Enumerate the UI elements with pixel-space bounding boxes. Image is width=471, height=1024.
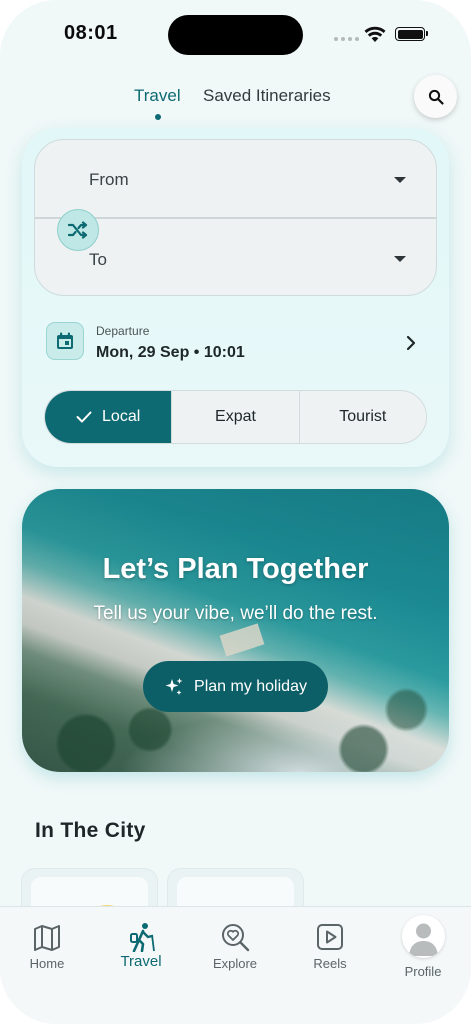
explore-heart-search-icon — [222, 924, 250, 952]
avatar-icon — [409, 923, 438, 956]
map-icon — [34, 925, 60, 951]
swap-route-button[interactable] — [57, 209, 99, 251]
traveler-type-selector: Local Expat Tourist — [44, 390, 427, 444]
traveler-type-tourist[interactable]: Tourist — [298, 391, 426, 443]
app-screen: 08:01 Travel Saved Itineraries From To D… — [0, 0, 471, 1024]
traveler-type-expat[interactable]: Expat — [171, 391, 298, 443]
check-icon — [76, 411, 92, 423]
traveler-type-tourist-label: Tourist — [339, 408, 387, 425]
cellular-signal-icon — [334, 37, 359, 41]
traveler-type-local-label: Local — [102, 408, 141, 425]
status-time: 08:01 — [64, 22, 118, 44]
sparkle-icon — [165, 677, 183, 695]
bottom-navigation: Home Travel Explore Reels Profile — [0, 906, 471, 1024]
beach-photo-detail — [219, 623, 265, 657]
calendar-icon — [46, 322, 84, 360]
to-dropdown-icon[interactable] — [394, 256, 406, 262]
nav-label-home: Home — [29, 956, 65, 971]
tab-travel[interactable]: Travel — [134, 86, 181, 106]
chevron-right-icon[interactable] — [405, 335, 417, 351]
play-icon — [317, 924, 343, 950]
traveler-type-expat-label: Expat — [215, 408, 256, 425]
banner-subtitle: Tell us your vibe, we’ll do the rest. — [93, 603, 378, 624]
banner-title: Let’s Plan Together — [102, 553, 369, 585]
route-selector: From To — [34, 139, 437, 296]
plan-my-holiday-label: Plan my holiday — [194, 677, 307, 695]
search-icon — [428, 89, 444, 105]
plan-together-banner: Let’s Plan Together Tell us your vibe, w… — [22, 489, 449, 772]
nav-label-profile: Profile — [404, 964, 442, 979]
active-tab-indicator — [155, 114, 161, 120]
nav-label-explore: Explore — [212, 956, 258, 971]
traveler-type-local[interactable]: Local — [45, 391, 172, 443]
trip-booking-card: From To Departure Mon, 29 Sep • 10:01 Lo… — [22, 128, 449, 467]
plan-my-holiday-button[interactable]: Plan my holiday — [143, 661, 328, 712]
departure-datetime[interactable]: Mon, 29 Sep • 10:01 — [96, 344, 245, 362]
to-field[interactable]: To — [89, 250, 107, 270]
shuffle-icon — [68, 221, 88, 239]
wifi-icon — [364, 26, 386, 42]
nav-label-reels: Reels — [313, 956, 347, 971]
tab-saved-itineraries[interactable]: Saved Itineraries — [203, 86, 331, 106]
hiker-icon — [130, 923, 155, 952]
from-field[interactable]: From — [89, 170, 129, 190]
departure-label: Departure — [96, 324, 150, 338]
dynamic-island — [168, 15, 303, 55]
nav-label-travel: Travel — [120, 953, 162, 970]
search-button[interactable] — [414, 75, 457, 118]
from-dropdown-icon[interactable] — [394, 177, 406, 183]
avatar — [402, 915, 445, 958]
battery-icon — [395, 27, 428, 41]
section-title-in-the-city: In The City — [35, 819, 146, 842]
